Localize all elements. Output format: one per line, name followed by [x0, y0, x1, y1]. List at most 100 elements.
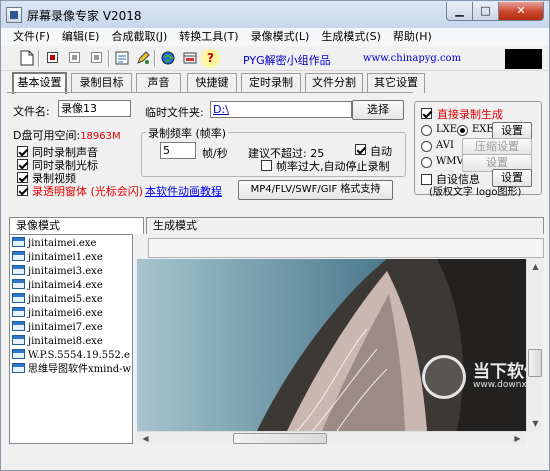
list-item[interactable]: jinitaimei7.exe: [12, 321, 103, 335]
exe-label: EXE: [472, 124, 494, 135]
copyright-text: (版权文字 logo图形): [429, 187, 522, 198]
globe-icon[interactable]: [158, 49, 177, 68]
disk-space-label: D盘可用空间:18963M: [13, 127, 121, 143]
vertical-scrollbar[interactable]: ▲ ▼: [526, 259, 543, 431]
list-item[interactable]: jinitaimei3.exe: [12, 265, 103, 279]
scroll-up-arrow-icon[interactable]: ▲: [527, 259, 544, 274]
pause-icon[interactable]: [65, 49, 84, 68]
choose-folder-button[interactable]: 选择: [352, 100, 404, 120]
wmv-radio[interactable]: [421, 157, 432, 168]
help-icon[interactable]: ?: [201, 49, 220, 68]
framerate-unit: 帧/秒: [202, 147, 228, 160]
new-file-icon[interactable]: [17, 49, 36, 68]
pen-tool-icon[interactable]: [133, 49, 152, 68]
menu-bar: 文件(F) 编辑(E) 合成截取(J) 转换工具(T) 录像模式(L) 生成模式…: [1, 28, 549, 46]
video-file-icon: [12, 251, 25, 261]
scroll-right-arrow-icon[interactable]: ▶: [509, 432, 526, 445]
transparent-window-label: 录透明窗体 (光标会闪): [32, 185, 144, 198]
tab-scheduled[interactable]: 定时录制: [241, 73, 301, 93]
list-item[interactable]: jinitaimei.exe: [12, 237, 96, 251]
app-window: 屏幕录像专家 V2018 ▁ □ ✕ 文件(F) 编辑(E) 合成截取(J) 转…: [0, 0, 550, 471]
cat-ear-image: [257, 259, 526, 431]
video-file-icon: [12, 293, 25, 303]
list-item[interactable]: jinitaimei8.exe: [12, 335, 103, 349]
watermark-name: 当下软件园: [473, 362, 526, 382]
horizontal-scroll-thumb[interactable]: [233, 433, 327, 444]
list-item[interactable]: jinitaimei5.exe: [12, 293, 103, 307]
record-video-checkbox[interactable]: [17, 172, 28, 183]
tab-file-split[interactable]: 文件分割: [305, 73, 363, 93]
auto-stop-label: 帧率过大,自动停止录制: [276, 160, 390, 173]
video-file-icon: [12, 237, 25, 247]
lxe-radio[interactable]: [421, 125, 432, 136]
exe-radio[interactable]: [457, 125, 468, 136]
menu-record-mode[interactable]: 录像模式(L): [245, 28, 316, 46]
tab-panel-border: [7, 92, 413, 93]
video-file-icon: [12, 363, 25, 373]
direct-record-label: 直接录制生成: [437, 108, 503, 121]
timeline-bar[interactable]: [148, 238, 544, 258]
settings-icon[interactable]: [112, 49, 131, 68]
list-item[interactable]: jinitaimei4.exe: [12, 279, 103, 293]
menu-generate-mode[interactable]: 生成模式(S): [315, 28, 387, 46]
filename-field[interactable]: 录像13: [58, 100, 131, 117]
direct-record-checkbox[interactable]: [421, 108, 432, 119]
filename-label: 文件名:: [13, 105, 50, 118]
record-icon[interactable]: [43, 49, 62, 68]
framerate-field[interactable]: 5: [160, 142, 196, 159]
horizontal-scrollbar[interactable]: ◀ ▶: [137, 431, 526, 445]
menu-edit[interactable]: 编辑(E): [56, 28, 106, 46]
list-item[interactable]: jinitaimei6.exe: [12, 307, 103, 321]
record-sound-checkbox[interactable]: [17, 146, 28, 157]
menu-tools[interactable]: 转换工具(T): [173, 28, 244, 46]
tab-other[interactable]: 其它设置: [367, 73, 425, 93]
tempdir-field[interactable]: D:\: [210, 101, 352, 118]
watermark-url: www.downxia.com: [473, 380, 526, 390]
close-button[interactable]: ✕: [499, 2, 544, 21]
black-panel: [505, 49, 542, 69]
maximize-button[interactable]: □: [473, 2, 499, 21]
recording-file-list[interactable]: jinitaimei.exe jinitaimei1.exe jinitaime…: [9, 234, 133, 444]
format-support-button[interactable]: MP4/FLV/SWF/GIF 格式支持: [238, 180, 393, 200]
disk-space-value: 18963M: [80, 131, 121, 142]
vertical-scroll-thumb[interactable]: [528, 349, 542, 377]
generate-mode-tab[interactable]: 生成模式: [146, 217, 544, 234]
list-item[interactable]: jinitaimei1.exe: [12, 251, 103, 265]
tab-sound[interactable]: 声音: [136, 73, 181, 93]
auto-stop-checkbox[interactable]: [261, 160, 272, 171]
tab-hotkeys[interactable]: 快捷键: [187, 73, 237, 93]
movie-clip-icon[interactable]: [180, 49, 199, 68]
tab-record-target[interactable]: 录制目标: [71, 73, 132, 93]
tutorial-link[interactable]: 本软件动画教程: [145, 183, 222, 199]
scroll-down-arrow-icon[interactable]: ▼: [527, 416, 544, 431]
tab-basic[interactable]: 基本设置: [12, 72, 67, 94]
transparent-window-checkbox[interactable]: [17, 185, 28, 196]
framerate-title: 录制频率 (帧率): [146, 125, 229, 141]
auto-checkbox[interactable]: [355, 144, 366, 155]
stop-icon[interactable]: [87, 49, 106, 68]
chinapyg-url-text: www.chinapyg.com: [363, 53, 462, 64]
record-mode-tab[interactable]: 录像模式: [9, 217, 144, 234]
lxe-label: LXE: [436, 124, 458, 135]
watermark-logo: [422, 355, 466, 399]
menu-file[interactable]: 文件(F): [1, 28, 56, 46]
avi-radio[interactable]: [421, 141, 432, 152]
video-file-icon: [12, 349, 25, 359]
video-file-icon: [12, 279, 25, 289]
record-cursor-checkbox[interactable]: [17, 159, 28, 170]
menu-help[interactable]: 帮助(H): [387, 28, 438, 46]
avi-label: AVI: [436, 140, 454, 151]
window-title: 屏幕录像专家 V2018: [27, 9, 142, 23]
title-bar[interactable]: 屏幕录像专家 V2018 ▁ □ ✕: [1, 1, 549, 28]
list-item[interactable]: W.P.S.5554.19.552.e: [12, 349, 130, 363]
video-file-icon: [12, 265, 25, 275]
minimize-button[interactable]: ▁: [446, 2, 473, 21]
toolbar: ? PYG解密小组作品 www.chinapyg.com: [1, 46, 549, 71]
scroll-left-arrow-icon[interactable]: ◀: [137, 432, 154, 445]
menu-compose[interactable]: 合成截取(J): [105, 28, 173, 46]
list-item[interactable]: 思维导图软件xmind-w: [12, 363, 131, 377]
wmv-label: WMV: [436, 156, 464, 167]
tempdir-label: 临时文件夹:: [145, 106, 204, 119]
video-file-icon: [12, 307, 25, 317]
video-preview: 当下软件园 www.downxia.com: [137, 259, 526, 431]
